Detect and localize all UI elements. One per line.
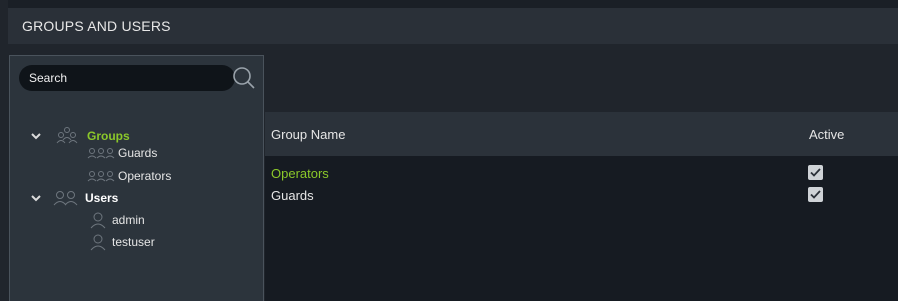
chevron-down-icon[interactable]: [30, 192, 42, 204]
group-name-cell: Guards: [271, 188, 314, 203]
group-icon: [87, 148, 115, 159]
grid-header: Group Name Active: [265, 112, 898, 156]
tree-item-testuser[interactable]: testuser: [90, 233, 155, 251]
checkmark-icon: [810, 168, 821, 177]
search-input[interactable]: [29, 71, 219, 85]
tree-label-groups: Groups: [87, 129, 130, 143]
user-icon: [90, 212, 106, 229]
search-box: [19, 65, 235, 91]
column-header-active[interactable]: Active: [809, 127, 844, 142]
checkmark-icon: [810, 190, 821, 199]
window-title: GROUPS AND USERS: [22, 18, 171, 34]
tree-label-guards: Guards: [118, 146, 158, 160]
tree-item-guards[interactable]: Guards: [87, 146, 157, 160]
active-checkbox[interactable]: [808, 187, 823, 202]
tree-label-testuser: testuser: [112, 235, 155, 249]
table-row[interactable]: Guards: [265, 185, 898, 206]
tree-item-operators[interactable]: Operators: [87, 169, 171, 183]
left-gutter: [0, 0, 8, 301]
table-row[interactable]: Operators: [265, 163, 898, 184]
group-name-cell: Operators: [271, 166, 329, 181]
users-icon: [53, 191, 78, 206]
search-icon[interactable]: [232, 66, 256, 90]
active-checkbox[interactable]: [808, 165, 823, 180]
tree-node-groups[interactable]: Groups: [30, 126, 130, 146]
title-bar: GROUPS AND USERS: [8, 8, 898, 44]
groups-grid: Group Name Active Operators Guards: [265, 112, 898, 301]
column-header-group-name[interactable]: Group Name: [271, 127, 345, 142]
tree-panel: Groups Guards Operators: [9, 55, 264, 301]
tree-label-users: Users: [85, 191, 119, 205]
tree-node-users[interactable]: Users: [30, 190, 118, 206]
chevron-down-icon[interactable]: [30, 130, 42, 142]
group-icon: [56, 127, 78, 144]
user-icon: [90, 234, 106, 251]
tree-label-admin: admin: [112, 213, 145, 227]
tree-item-admin[interactable]: admin: [90, 211, 145, 229]
group-icon: [87, 171, 115, 182]
tree-label-operators: Operators: [118, 169, 172, 183]
